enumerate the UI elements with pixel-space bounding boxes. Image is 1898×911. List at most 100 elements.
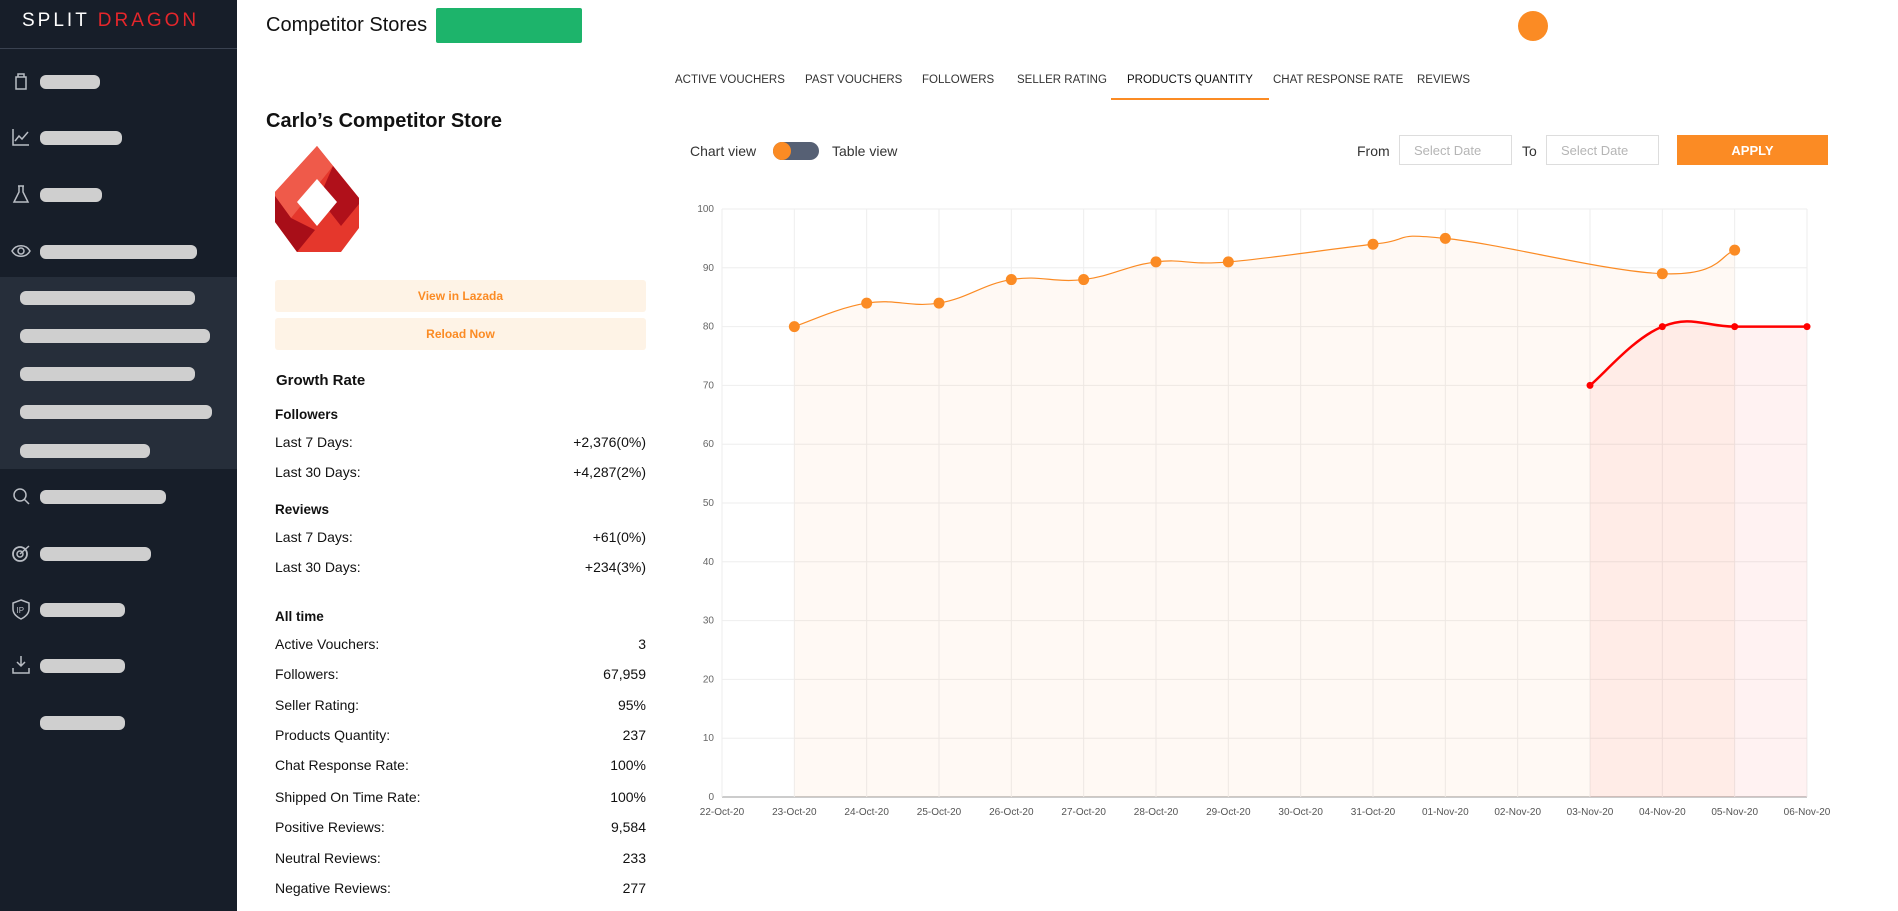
store-name: Carlo’s Competitor Store [266, 110, 502, 132]
x-tick-label: 28-Oct-20 [1134, 807, 1179, 818]
stat-label: Followers: [275, 666, 339, 682]
sidebar-item-label [40, 547, 151, 561]
toggle-knob [773, 142, 791, 160]
page-title: Competitor Stores [266, 14, 428, 36]
sidebar-item[interactable] [0, 62, 237, 102]
tab-past-vouchers[interactable]: Past Vouchers [805, 74, 902, 98]
avatar[interactable] [1518, 11, 1548, 41]
view-toggle[interactable] [773, 142, 819, 160]
sidebar-item[interactable] [0, 118, 237, 158]
shopping-bag-icon [15, 73, 27, 90]
brand-part1: SPLIT [22, 10, 90, 31]
sidebar-item[interactable] [0, 232, 237, 272]
stat-value: +4,287(2%) [573, 464, 646, 480]
data-point [1731, 323, 1739, 331]
submenu-item[interactable] [20, 291, 195, 305]
stat-row: Active Vouchers: 3 [275, 636, 646, 652]
y-tick-label: 70 [703, 380, 715, 391]
data-point [1803, 323, 1811, 331]
stat-label: Last 7 Days: [275, 529, 353, 545]
x-tick-label: 06-Nov-20 [1784, 807, 1831, 818]
x-tick-label: 24-Oct-20 [844, 807, 889, 818]
data-point [1078, 274, 1090, 286]
submenu-item[interactable] [20, 444, 150, 458]
sidebar-item[interactable] [0, 534, 237, 574]
tab-active-vouchers[interactable]: Active Vouchers [675, 74, 785, 98]
stat-row: Positive Reviews: 9,584 [275, 819, 646, 835]
sidebar-item[interactable] [0, 703, 237, 743]
sidebar-item-label [40, 490, 166, 504]
stat-label: Neutral Reviews: [275, 850, 381, 866]
x-tick-label: 31-Oct-20 [1351, 807, 1396, 818]
sidebar-item[interactable]: IP [0, 590, 237, 630]
to-label: To [1522, 143, 1537, 159]
followers-heading: Followers [275, 407, 339, 422]
y-tick-label: 20 [703, 674, 715, 685]
data-point [1656, 268, 1668, 280]
tab-reviews[interactable]: Reviews [1417, 74, 1470, 98]
submenu-item[interactable] [20, 367, 195, 381]
stat-label: Last 7 Days: [275, 434, 353, 450]
apply-button[interactable]: APPLY [1677, 135, 1828, 165]
tab-seller-rating[interactable]: Seller Rating [1017, 74, 1107, 98]
stat-value: 100% [610, 757, 646, 773]
reviews-heading: Reviews [275, 502, 330, 517]
stat-value: 277 [622, 880, 646, 896]
submenu-item[interactable] [20, 405, 212, 419]
sidebar-item-label [40, 659, 125, 673]
tab-chat-response-rate[interactable]: Chat Response Rate [1273, 74, 1403, 98]
stat-label: Last 30 Days: [275, 559, 361, 575]
y-tick-label: 0 [708, 792, 714, 803]
stat-row: Last 7 Days: +61(0%) [275, 529, 646, 545]
x-tick-label: 29-Oct-20 [1206, 807, 1251, 818]
brand-logo[interactable]: SPLIT DRAGON [22, 10, 199, 32]
submenu-item[interactable] [20, 329, 210, 343]
store-logo [275, 146, 359, 252]
data-point [1005, 274, 1017, 286]
ip-shield-icon: IP [12, 599, 30, 620]
x-tick-label: 03-Nov-20 [1567, 807, 1614, 818]
sidebar-item[interactable] [0, 646, 237, 686]
stat-row: Neutral Reviews: 233 [275, 850, 646, 866]
flask-icon [12, 185, 30, 203]
x-tick-label: 23-Oct-20 [772, 807, 817, 818]
tab-products-quantity[interactable]: Products Quantity [1111, 74, 1269, 100]
tab-followers[interactable]: Followers [922, 74, 994, 98]
brand-part2: DRAGON [97, 10, 200, 31]
stat-label: Seller Rating: [275, 697, 360, 713]
from-date-input[interactable] [1399, 135, 1512, 165]
x-tick-label: 30-Oct-20 [1278, 807, 1323, 818]
stat-value: +234(3%) [584, 559, 646, 575]
stat-label: Products Quantity: [275, 727, 391, 743]
stat-label: Negative Reviews: [275, 880, 391, 896]
from-label: From [1357, 143, 1390, 159]
sidebar-item[interactable] [0, 175, 237, 215]
download-icon [12, 656, 30, 674]
stat-label: Last 30 Days: [275, 464, 361, 480]
sidebar-item-label [40, 188, 102, 202]
data-point [1658, 323, 1666, 331]
stat-row: Followers: 67,959 [275, 666, 646, 682]
view-in-lazada-button[interactable]: View in Lazada [275, 280, 646, 312]
stat-value: 9,584 [610, 819, 646, 835]
sidebar-item-label [40, 245, 197, 259]
search-icon [13, 488, 30, 505]
header-action-button[interactable] [436, 8, 582, 43]
data-point [1367, 238, 1379, 250]
data-point [1586, 381, 1594, 389]
y-tick-label: 90 [703, 263, 715, 274]
stat-row: Negative Reviews: 277 [275, 880, 646, 896]
x-tick-label: 25-Oct-20 [917, 807, 962, 818]
y-tick-label: 30 [703, 616, 715, 627]
table-view-label: Table view [832, 143, 898, 159]
to-date-input[interactable] [1546, 135, 1659, 165]
stat-value: 237 [622, 727, 646, 743]
data-point [1222, 256, 1234, 268]
sidebar-item[interactable] [0, 477, 237, 517]
reload-now-button[interactable]: Reload Now [275, 318, 646, 350]
data-point [1439, 232, 1451, 244]
stat-value: 67,959 [603, 666, 646, 682]
chart-view-label: Chart view [690, 143, 757, 159]
y-tick-label: 50 [703, 498, 715, 509]
x-tick-label: 27-Oct-20 [1061, 807, 1106, 818]
